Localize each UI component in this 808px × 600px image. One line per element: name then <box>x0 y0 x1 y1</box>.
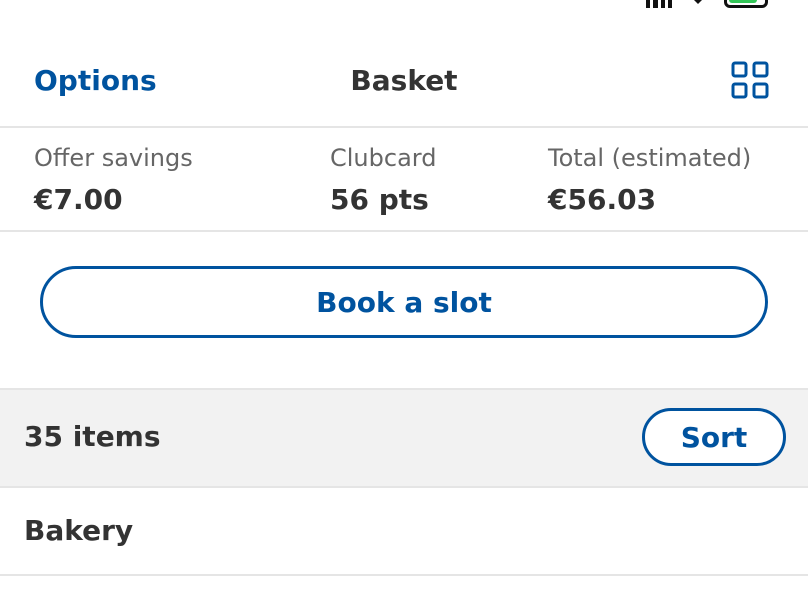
status-icons <box>646 0 768 8</box>
divider <box>0 574 808 576</box>
battery-level <box>729 0 757 3</box>
basket-summary: Offer savings €7.00 Clubcard 56 pts Tota… <box>0 128 808 230</box>
clubcard-label: Clubcard <box>330 144 437 172</box>
book-a-slot-button[interactable]: Book a slot <box>40 266 768 338</box>
items-bar: 35 items Sort <box>0 390 808 486</box>
battery-icon <box>724 0 768 8</box>
status-bar <box>0 0 808 30</box>
page-title: Basket <box>350 64 458 97</box>
total-value: €56.03 <box>548 183 657 216</box>
clubcard-points: Clubcard 56 pts <box>330 142 436 220</box>
offer-savings-value: €7.00 <box>34 183 123 216</box>
section-header-bakery: Bakery <box>0 488 808 576</box>
total-label: Total (estimated) <box>548 144 752 172</box>
items-count: 35 items <box>24 420 161 453</box>
grid-icon[interactable] <box>730 60 770 100</box>
divider <box>0 230 808 232</box>
signal-icon <box>646 0 672 8</box>
nav-bar: Options Basket <box>0 40 808 126</box>
offer-savings: Offer savings €7.00 <box>34 142 193 220</box>
total-estimated: Total (estimated) €56.03 <box>548 142 751 220</box>
section-title: Bakery <box>24 514 134 547</box>
clubcard-value: 56 pts <box>330 183 429 216</box>
offer-savings-label: Offer savings <box>34 144 193 172</box>
wifi-icon <box>694 0 702 4</box>
sort-button[interactable]: Sort <box>642 408 786 466</box>
